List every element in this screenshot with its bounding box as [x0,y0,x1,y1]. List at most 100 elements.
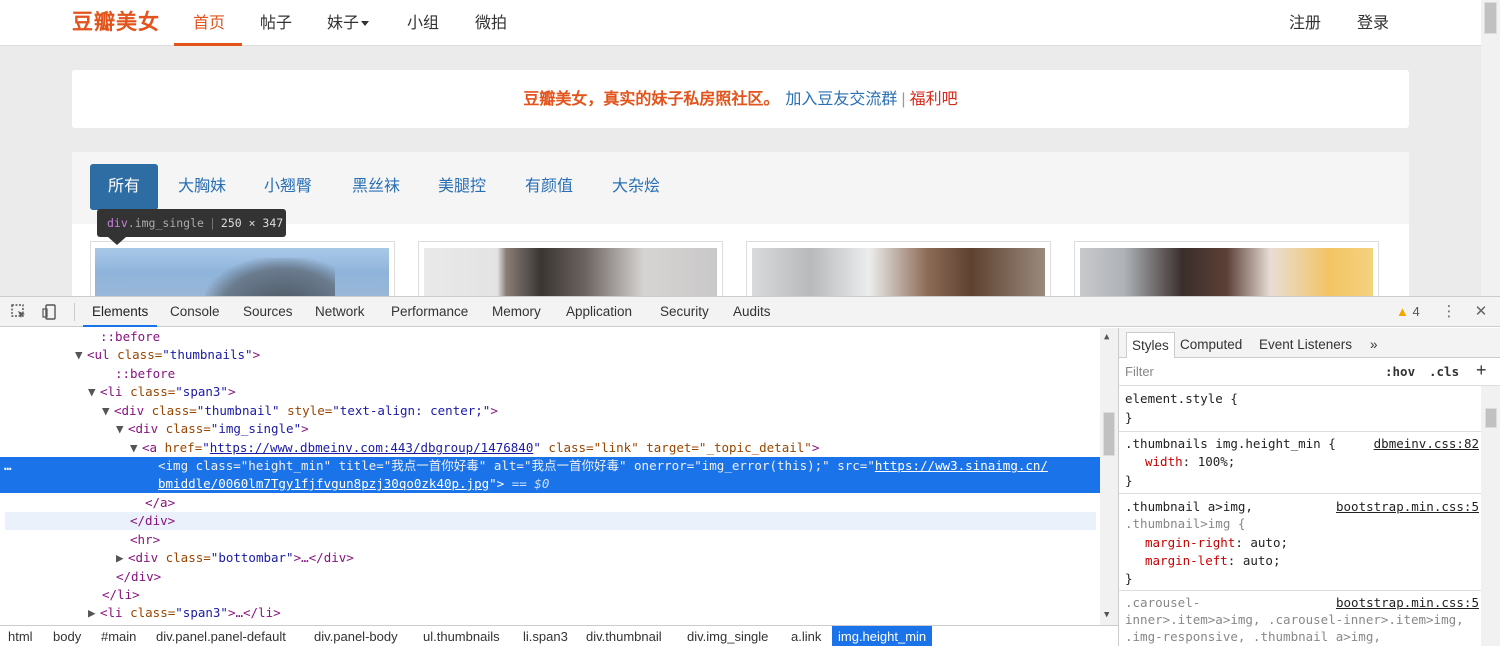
thumbnail-image[interactable] [424,248,717,296]
tree-node-ul[interactable]: ▼ <ul class="thumbnails"> [0,346,1100,364]
tab-elements[interactable]: Elements [83,297,158,327]
category-misc[interactable]: 大杂烩 [594,164,678,210]
rule-source-link[interactable]: bootstrap.min.css:5 [1336,594,1479,612]
img-src-link[interactable]: https://ww3.sinaimg.cn/ [875,458,1048,473]
tree-node-li[interactable]: ▼ <li class="span3"> [0,383,1100,401]
css-value[interactable]: : auto; [1228,553,1281,568]
thumbnail-card[interactable] [746,241,1051,296]
tree-node-img-selected[interactable]: … <img class="height_min" title="我点一首你好毒… [0,457,1100,493]
category-big-chest[interactable]: 大胸妹 [160,164,244,210]
expand-triangle-icon[interactable]: ▼ [116,420,128,438]
crumb-body[interactable]: body [47,626,87,646]
thumbnail-image[interactable] [95,248,389,296]
tab-security[interactable]: Security [651,297,718,327]
elements-scrollbar-thumb[interactable] [1103,412,1115,456]
more-options-icon[interactable]: ⋮ [1440,303,1458,321]
filter-input[interactable]: Filter [1125,364,1154,379]
rule-element-style[interactable]: element.style { } [1119,386,1481,432]
tab-application[interactable]: Application [557,297,641,327]
tree-node-pseudo[interactable]: ::before [0,328,1100,346]
tree-node-li[interactable]: ▶ <li class="span3">…</li> [0,604,1100,622]
site-logo[interactable]: 豆瓣美女 [72,6,160,36]
inspect-element-icon[interactable] [10,303,28,321]
tree-node-bottombar[interactable]: ▶ <div class="bottombar">…</div> [0,549,1100,567]
category-legs[interactable]: 美腿控 [420,164,504,210]
expand-triangle-icon[interactable]: ▼ [130,439,142,457]
crumb-ul-thumbnails[interactable]: ul.thumbnails [417,626,506,646]
thumbnail-image[interactable] [1080,248,1373,296]
crumb-html[interactable]: html [2,626,39,646]
css-property[interactable]: margin-left [1145,553,1228,568]
fuli-link[interactable]: 福利吧 [910,91,958,108]
nav-groups[interactable]: 小组 [407,9,439,33]
scroll-down-icon[interactable]: ▼ [1104,610,1109,620]
nav-home[interactable]: 首页 [193,9,225,33]
elements-tree[interactable]: ::before ▼ <ul class="thumbnails"> ::befo… [0,328,1118,625]
rule-carousel[interactable]: .carousel- bootstrap.min.css:5 inner>.it… [1119,591,1481,646]
tree-node-close-div[interactable]: </div> [0,568,1100,586]
expand-triangle-icon[interactable]: ▼ [88,383,100,401]
thumbnail-card[interactable] [90,241,395,296]
category-hips[interactable]: 小翘臀 [246,164,330,210]
crumb-div-thumbnail[interactable]: div.thumbnail [580,626,668,646]
tree-node-pseudo[interactable]: ::before [0,365,1100,383]
warnings-badge[interactable]: ▲ 4 [1396,304,1420,319]
img-src-link-continued[interactable]: bmiddle/0060lm7Tgy1fjfvgun8pzj30qo0zk40p… [158,476,489,491]
hover-state-toggle[interactable]: :hov [1385,364,1415,379]
more-tabs-icon[interactable]: » [1365,332,1383,358]
crumb-div-img-single[interactable]: div.img_single [681,626,774,646]
tab-performance[interactable]: Performance [382,297,477,327]
device-toolbar-icon[interactable] [41,303,59,321]
crumb-panel-body[interactable]: div.panel-body [308,626,404,646]
class-toggle[interactable]: .cls [1429,364,1459,379]
rule-source-link[interactable]: bootstrap.min.css:5 [1336,498,1479,516]
href-link[interactable]: https://www.dbmeinv.com:443/dbgroup/1476… [210,440,534,455]
styles-scrollbar[interactable] [1481,386,1500,646]
css-value[interactable]: : 100%; [1183,454,1236,469]
node-actions-icon[interactable]: … [4,457,12,475]
thumbnail-card[interactable] [1074,241,1379,296]
tab-network[interactable]: Network [306,297,374,327]
join-group-link[interactable]: 加入豆友交流群 [785,91,897,108]
thumbnail-card[interactable] [418,241,723,296]
add-rule-icon[interactable]: + [1476,360,1487,381]
tree-node-close-div[interactable]: </div> [5,512,1096,530]
tree-node-close-li[interactable]: </li> [0,586,1100,604]
thumbnail-image[interactable] [752,248,1045,296]
login-link[interactable]: 登录 [1357,9,1389,33]
category-pretty[interactable]: 有颜值 [507,164,591,210]
signup-link[interactable]: 注册 [1289,9,1321,33]
css-property[interactable]: width [1145,454,1183,469]
elements-scrollbar[interactable]: ▲ ▼ [1100,328,1118,625]
tab-console[interactable]: Console [161,297,229,327]
nav-girls-dropdown[interactable]: 妹子 [327,9,370,33]
expand-triangle-icon[interactable]: ▶ [88,604,100,622]
styles-scrollbar-thumb[interactable] [1485,408,1497,428]
tree-node-a[interactable]: ▼ <a href="https://www.dbmeinv.com:443/db… [0,439,1100,457]
rule-thumbnail-a-img[interactable]: .thumbnail a>img, bootstrap.min.css:5 .t… [1119,494,1481,591]
expand-triangle-icon[interactable]: ▶ [116,549,128,567]
tree-node-div-thumbnail[interactable]: ▼ <div class="thumbnail" style="text-alig… [0,402,1100,420]
css-property[interactable]: margin-right [1145,535,1235,550]
tab-audits[interactable]: Audits [724,297,780,327]
scroll-up-icon[interactable]: ▲ [1104,332,1109,342]
tab-sources[interactable]: Sources [234,297,302,327]
css-value[interactable]: : auto; [1235,535,1288,550]
crumb-a-link[interactable]: a.link [785,626,827,646]
category-all[interactable]: 所有 [90,164,158,210]
close-devtools-icon[interactable]: ✕ [1472,303,1490,321]
rule-thumbnails-img[interactable]: .thumbnails img.height_min { dbmeinv.css… [1119,432,1481,494]
tree-node-div-img-single[interactable]: ▼ <div class="img_single"> [0,420,1100,438]
nav-posts[interactable]: 帖子 [260,9,292,33]
crumb-li-span3[interactable]: li.span3 [517,626,574,646]
tab-event-listeners[interactable]: Event Listeners [1254,332,1357,358]
rule-source-link[interactable]: dbmeinv.css:82 [1374,435,1479,453]
crumb-panel[interactable]: div.panel.panel-default [150,626,292,646]
category-stockings[interactable]: 黑丝袜 [334,164,418,210]
tree-node-close-a[interactable]: </a> [0,494,1100,512]
crumb-main[interactable]: #main [95,626,142,646]
expand-triangle-icon[interactable]: ▼ [75,346,87,364]
tab-memory[interactable]: Memory [483,297,550,327]
nav-weipai[interactable]: 微拍 [475,9,507,33]
expand-triangle-icon[interactable]: ▼ [102,402,114,420]
